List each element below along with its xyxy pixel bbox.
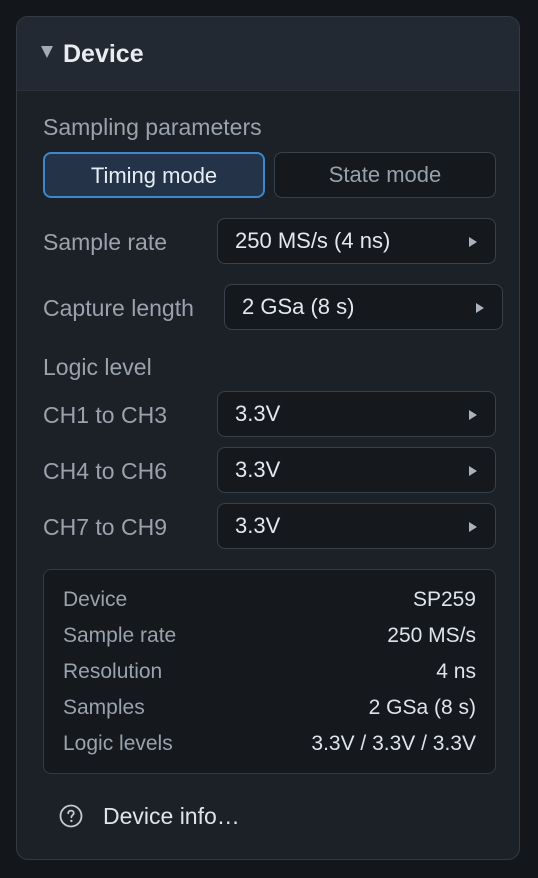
summary-value: 2 GSa (8 s) bbox=[368, 696, 476, 719]
chevron-right-icon bbox=[476, 303, 484, 313]
capture-length-select[interactable]: 2 GSa (8 s) bbox=[224, 284, 503, 330]
capture-length-label: Capture length bbox=[43, 295, 194, 321]
summary-row: Device SP259 bbox=[63, 586, 476, 614]
logic-level-heading: Logic level bbox=[43, 354, 152, 380]
device-panel: Device Sampling parameters Timing mode S… bbox=[16, 16, 520, 860]
summary-row: Logic levels 3.3V / 3.3V / 3.3V bbox=[63, 730, 476, 758]
ch4-ch6-value: 3.3V bbox=[235, 457, 281, 482]
chevron-right-icon bbox=[469, 237, 477, 247]
ch7-ch9-label: CH7 to CH9 bbox=[43, 514, 167, 540]
summary-key: Logic levels bbox=[63, 732, 173, 755]
sample-rate-value: 250 MS/s (4 ns) bbox=[235, 228, 391, 253]
ch4-ch6-label: CH4 to CH6 bbox=[43, 458, 167, 484]
summary-row: Sample rate 250 MS/s bbox=[63, 622, 476, 650]
summary-row: Resolution 4 ns bbox=[63, 658, 476, 686]
ch1-ch3-label: CH1 to CH3 bbox=[43, 402, 167, 428]
ch7-ch9-value: 3.3V bbox=[235, 513, 281, 538]
sample-rate-select[interactable]: 250 MS/s (4 ns) bbox=[217, 218, 496, 264]
help-circle-icon bbox=[59, 804, 83, 828]
device-summary: Device SP259 Sample rate 250 MS/s Resolu… bbox=[43, 569, 496, 774]
ch1-ch3-value: 3.3V bbox=[235, 401, 281, 426]
timing-mode-button[interactable]: Timing mode bbox=[43, 152, 265, 198]
chevron-right-icon bbox=[469, 410, 477, 420]
summary-key: Sample rate bbox=[63, 624, 177, 647]
panel-header[interactable]: Device bbox=[17, 17, 519, 91]
capture-length-value: 2 GSa (8 s) bbox=[242, 294, 355, 319]
chevron-right-icon bbox=[469, 522, 477, 532]
chevron-right-icon bbox=[469, 466, 477, 476]
state-mode-button[interactable]: State mode bbox=[274, 152, 496, 198]
ch7-ch9-select[interactable]: 3.3V bbox=[217, 503, 496, 549]
summary-key: Samples bbox=[63, 696, 145, 719]
summary-key: Resolution bbox=[63, 660, 163, 683]
ch1-ch3-select[interactable]: 3.3V bbox=[217, 391, 496, 437]
sample-rate-label: Sample rate bbox=[43, 229, 168, 255]
summary-key: Device bbox=[63, 588, 128, 611]
ch4-ch6-select[interactable]: 3.3V bbox=[217, 447, 496, 493]
device-info-label: Device info… bbox=[103, 803, 240, 829]
caret-down-icon[interactable] bbox=[41, 46, 53, 58]
panel-title: Device bbox=[63, 40, 144, 68]
summary-row: Samples 2 GSa (8 s) bbox=[63, 694, 476, 722]
summary-value: 250 MS/s bbox=[387, 624, 476, 647]
summary-value: 4 ns bbox=[436, 660, 476, 683]
summary-value: SP259 bbox=[412, 588, 476, 611]
summary-value: 3.3V / 3.3V / 3.3V bbox=[311, 732, 476, 755]
sampling-parameters-heading: Sampling parameters bbox=[43, 114, 262, 140]
